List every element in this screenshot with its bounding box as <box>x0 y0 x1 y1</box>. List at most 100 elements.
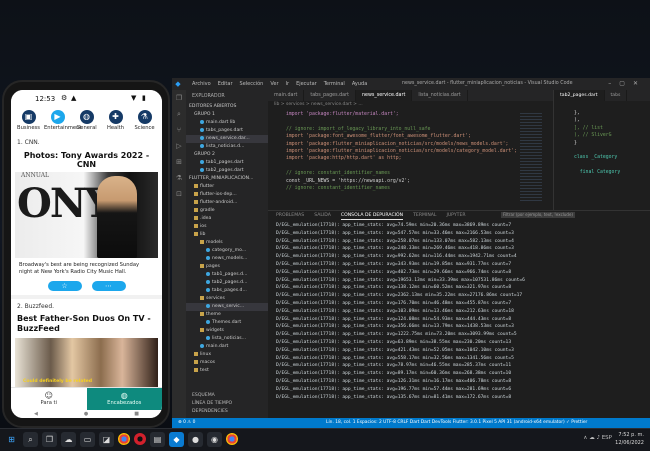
outline-section[interactable]: ESQUEMA <box>186 392 268 400</box>
open-editor-item-active[interactable]: news_service.dar... <box>186 135 268 143</box>
tree-item[interactable]: tab1_pages.d... <box>186 271 268 279</box>
tree-item[interactable]: services <box>186 295 268 303</box>
open-editors-header[interactable]: EDITORES ABIERTOS <box>186 103 268 111</box>
back-icon[interactable]: ◀ <box>34 411 38 417</box>
chrome-icon[interactable] <box>118 433 130 445</box>
menu-ejecutar[interactable]: Ejecutar <box>296 81 317 87</box>
tree-item[interactable]: linux <box>186 351 268 359</box>
store-icon[interactable]: ◪ <box>99 432 114 447</box>
nav-para-ti[interactable]: ☺ Para ti <box>11 388 87 410</box>
menu-ir[interactable]: Ir <box>286 81 290 87</box>
timeline-section[interactable]: LÍNEA DE TIEMPO <box>186 400 268 408</box>
clock[interactable]: 7:52 p. m. 12/06/2022 <box>615 431 644 447</box>
source-control-icon[interactable]: ⑂ <box>172 122 186 138</box>
tree-item[interactable]: widgets <box>186 327 268 335</box>
tree-item[interactable]: gradle <box>186 207 268 215</box>
search-icon[interactable]: ⌕ <box>23 432 38 447</box>
extensions-icon[interactable]: ⊞ <box>172 154 186 170</box>
system-tray[interactable]: ∧ ☁ ♪ ESP <box>583 435 612 441</box>
tree-item[interactable]: category_mo... <box>186 247 268 255</box>
tree-item[interactable]: flutter-ios-dep... <box>186 191 268 199</box>
tree-item[interactable]: news_models... <box>186 255 268 263</box>
console-filter-input[interactable]: Filtrar (por ejemplo, text, !exclude) <box>501 212 575 218</box>
tree-item[interactable]: flutter-android... <box>186 199 268 207</box>
panel-tab-debug-console[interactable]: CONSOLA DE DEPURACIÓN <box>340 211 404 220</box>
file-explorer-icon[interactable]: ▭ <box>80 432 95 447</box>
category-science[interactable]: ⚗ Science <box>131 110 158 136</box>
tab-main[interactable]: main.dart <box>268 90 305 101</box>
category-entertainment[interactable]: ▶ Entertainment <box>44 110 81 136</box>
article-image[interactable]: ANNUAL ONY <box>15 172 158 258</box>
task-view-icon[interactable]: ❐ <box>42 432 57 447</box>
panel-tab-jupyter[interactable]: JUPYTER <box>446 211 465 220</box>
tree-item[interactable]: test <box>186 367 268 375</box>
article-title[interactable]: Best Father-Son Duos On TV - BuzzFeed <box>11 312 162 338</box>
widgets-icon[interactable]: ☁ <box>61 432 76 447</box>
terminal-icon[interactable]: ▤ <box>150 432 165 447</box>
tree-item[interactable]: tab2_pages.d... <box>186 279 268 287</box>
article-title[interactable]: Photos: Tony Awards 2022 - CNN <box>11 149 162 172</box>
tab-tabs-pages[interactable]: tabs_pages.dart <box>304 90 356 101</box>
menu-archivo[interactable]: Archivo <box>192 81 211 87</box>
home-icon[interactable]: ● <box>84 411 88 417</box>
tab-tabs[interactable]: tabs <box>605 90 628 101</box>
minimap[interactable] <box>520 113 542 203</box>
tab-news-service[interactable]: news_service.dart <box>355 90 413 101</box>
debug-console-output[interactable]: D/EGL_emulation(17718): app_time_stats: … <box>276 222 646 406</box>
tree-item[interactable]: pages <box>186 263 268 271</box>
run-debug-icon[interactable]: ▷ <box>172 138 186 154</box>
github-icon[interactable]: ● <box>188 432 203 447</box>
tree-item[interactable]: macos <box>186 359 268 367</box>
panel-tab-output[interactable]: SALIDA <box>314 211 331 220</box>
open-editor-item[interactable]: tabs_pages.dart <box>186 127 268 135</box>
tree-item[interactable]: tabs_pages.d... <box>186 287 268 295</box>
remote-icon[interactable]: ⊡ <box>172 186 186 202</box>
window-controls[interactable]: –▢✕ <box>608 80 646 87</box>
more-button[interactable]: ⋯ <box>91 281 126 292</box>
category-health[interactable]: ✚ Health <box>102 110 129 136</box>
open-editor-item[interactable]: lista_noticias.d... <box>186 143 268 151</box>
article-image[interactable]: Could definitely be related <box>15 338 158 389</box>
panel-tab-problems[interactable]: PROBLEMAS <box>276 211 304 220</box>
category-business[interactable]: ▣ Business <box>15 110 42 136</box>
vscode-icon[interactable]: ◆ <box>169 432 184 447</box>
code-text[interactable]: import 'package:flutter/material.dart'; … <box>286 111 517 192</box>
tree-item[interactable]: main.dart <box>186 343 268 351</box>
opera-icon[interactable] <box>134 433 146 445</box>
recents-icon[interactable]: ■ <box>134 411 139 417</box>
menu-ver[interactable]: Ver <box>270 81 278 87</box>
secondary-code[interactable]: }, ), ], // list ), // SliverG } class _… <box>574 110 620 177</box>
open-editor-item[interactable]: main.dart lib <box>186 119 268 127</box>
open-editor-item[interactable]: tab2_pages.dart <box>186 167 268 175</box>
tree-item[interactable]: .idea <box>186 215 268 223</box>
category-general[interactable]: ◍ General <box>73 110 100 136</box>
project-header[interactable]: FLUTTER_MINIAPLICACION... <box>186 175 268 183</box>
panel-tab-terminal[interactable]: TERMINAL <box>413 211 436 220</box>
tree-item-active[interactable]: news_servic... <box>186 303 268 311</box>
testing-icon[interactable]: ⚗ <box>172 170 186 186</box>
explorer-icon[interactable]: ❐ <box>172 90 186 106</box>
tree-item[interactable]: Themes.dart <box>186 319 268 327</box>
tree-item[interactable]: models <box>186 239 268 247</box>
problems-indicator[interactable]: ⊗ 0 ⚠ 0 <box>178 418 195 428</box>
menu-editar[interactable]: Editar <box>218 81 233 87</box>
tree-item[interactable]: ios <box>186 223 268 231</box>
windows-start-icon[interactable]: ⊞ <box>4 432 19 447</box>
tree-item[interactable]: lista_noticias... <box>186 335 268 343</box>
chrome-icon[interactable] <box>226 433 238 445</box>
search-icon[interactable]: ⌕ <box>172 106 186 122</box>
group-header[interactable]: GRUPO 1 <box>186 111 268 119</box>
status-info[interactable]: Lín. 18, col. 1 Espacios: 2 UTF-8 CRLF D… <box>326 418 587 428</box>
group-header[interactable]: GRUPO 2 <box>186 151 268 159</box>
tree-item[interactable]: flutter <box>186 183 268 191</box>
emulator-icon[interactable]: ◉ <box>207 432 222 447</box>
favorite-button[interactable]: ☆ <box>47 281 82 292</box>
tree-item[interactable]: theme <box>186 311 268 319</box>
menu-ayuda[interactable]: Ayuda <box>352 81 367 87</box>
menu-seleccion[interactable]: Selección <box>240 81 264 87</box>
dependencies-section[interactable]: DEPENDENCIES <box>186 408 268 416</box>
nav-encabezados[interactable]: ◍ Encabezados <box>86 388 162 410</box>
tree-item[interactable]: lib <box>186 231 268 239</box>
open-editor-item[interactable]: tab1_pages.dart <box>186 159 268 167</box>
menu-terminal[interactable]: Terminal <box>324 81 345 87</box>
